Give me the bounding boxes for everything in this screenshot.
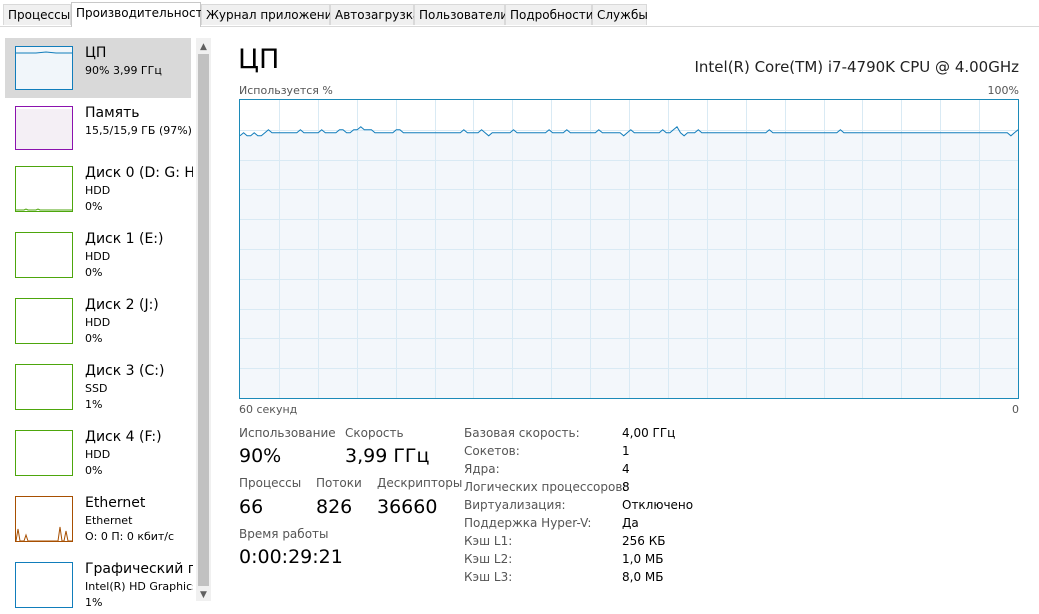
sidebar-item-label: Ethernet (85, 495, 146, 511)
sidebar-item-usage: 0% (85, 332, 103, 345)
scrollbar-thumb[interactable] (198, 54, 209, 586)
detail-label: Кэш L2: (464, 552, 513, 566)
detail-value: 1,0 МБ (622, 552, 664, 566)
scroll-down-arrow-icon[interactable]: ▼ (196, 588, 211, 602)
ethernet-thumbnail-graph (15, 496, 73, 542)
cpu-usage-graph (239, 99, 1019, 399)
detail-value: 1 (622, 444, 630, 458)
threads-label: Потоки (316, 476, 362, 490)
sidebar-item-cpu[interactable]: ЦП 90% 3,99 ГГц (5, 38, 191, 98)
sidebar-item-label: Диск 2 (J:) (85, 297, 159, 313)
sidebar-item-detail: HDD (85, 250, 111, 263)
gpu-thumbnail-graph (15, 562, 73, 608)
sidebar-item-usage: 0% (85, 464, 103, 477)
detail-value: Отключено (622, 498, 694, 512)
processes-label: Процессы (239, 476, 302, 490)
tab-services[interactable]: Службы (592, 4, 648, 25)
scroll-up-arrow-icon[interactable]: ▲ (196, 40, 211, 54)
tab-performance[interactable]: Производительность (71, 2, 210, 27)
sidebar-item-label: ЦП (85, 45, 107, 61)
sidebar-item-label: Диск 0 (D: G: H:) (85, 165, 193, 181)
detail-label: Виртуализация: (464, 498, 566, 512)
disk-thumbnail-graph (15, 232, 73, 278)
detail-value: 256 КБ (622, 534, 666, 548)
tab-bar: Процессы Производительность Журнал прило… (0, 0, 1039, 27)
cpu-thumbnail-graph (15, 46, 73, 90)
tab-startup[interactable]: Автозагрузка (330, 4, 420, 25)
sidebar-item-label: Память (85, 105, 140, 121)
disk-thumbnail-graph (15, 430, 73, 476)
detail-label: Базовая скорость: (464, 426, 580, 440)
tab-app-history[interactable]: Журнал приложений (201, 4, 340, 25)
sidebar-item-usage: 0% (85, 266, 103, 279)
detail-value: 4,00 ГГц (622, 426, 676, 440)
detail-value: 4 (622, 462, 630, 476)
sidebar-item-gpu[interactable]: Графический процессор 0 Intel(R) HD Grap… (5, 554, 193, 614)
handles-label: Дескрипторы (377, 476, 463, 490)
sidebar-item-label: Диск 1 (E:) (85, 231, 164, 247)
sidebar-item-detail: Ethernet (85, 514, 133, 527)
usage-label: Использование (239, 426, 336, 440)
usage-value: 90% (239, 445, 282, 467)
threads-value: 826 (316, 496, 353, 518)
cpu-usage-graph-canvas (240, 100, 1018, 398)
sidebar-item-usage: 0% (85, 200, 103, 213)
cpu-model-name: Intel(R) Core(TM) i7-4790K CPU @ 4.00GHz (694, 58, 1019, 76)
tab-processes[interactable]: Процессы (3, 4, 71, 25)
sidebar-item-disk-4[interactable]: Диск 4 (F:) HDD 0% (5, 422, 191, 482)
detail-value: Да (622, 516, 639, 530)
graph-time-span-label: 60 секунд (239, 403, 298, 416)
detail-label: Ядра: (464, 462, 500, 476)
detail-label: Кэш L3: (464, 570, 513, 584)
sidebar-item-detail: SSD (85, 382, 108, 395)
speed-value: 3,99 ГГц (345, 445, 430, 467)
graph-time-end-label: 0 (1012, 403, 1019, 416)
sidebar-item-disk-1[interactable]: Диск 1 (E:) HDD 0% (5, 224, 191, 284)
sidebar-item-memory[interactable]: Память 15,5/15,9 ГБ (97%) (5, 98, 192, 158)
disk-thumbnail-graph (15, 298, 73, 344)
detail-label: Логических процессоров: (464, 480, 627, 494)
sidebar-item-detail: HDD (85, 316, 111, 329)
sidebar-item-detail: Intel(R) HD Graphics 4600 (85, 580, 193, 593)
sidebar-item-label: Графический процессор 0 (85, 561, 193, 577)
sidebar-item-usage: 1% (85, 398, 103, 411)
memory-thumbnail-graph (15, 106, 73, 150)
tab-details[interactable]: Подробности (505, 4, 594, 25)
detail-value: 8 (622, 480, 630, 494)
sidebar-item-label: Диск 3 (C:) (85, 363, 165, 379)
uptime-label: Время работы (239, 527, 329, 541)
tab-users[interactable]: Пользователи (414, 4, 508, 25)
sidebar-item-detail: HDD (85, 184, 111, 197)
detail-label: Поддержка Hyper-V: (464, 516, 592, 530)
processes-value: 66 (239, 496, 264, 518)
graph-y-max-label: 100% (987, 84, 1019, 97)
sidebar-item-detail: 90% 3,99 ГГц (85, 64, 162, 77)
sidebar-item-ethernet[interactable]: Ethernet Ethernet О: 0 П: 0 кбит/с (5, 488, 191, 548)
sidebar-item-usage: 1% (85, 596, 103, 609)
detail-value: 8,0 МБ (622, 570, 664, 584)
uptime-value: 0:00:29:21 (239, 546, 343, 568)
page-title: ЦП (238, 44, 280, 75)
speed-label: Скорость (345, 426, 404, 440)
sidebar-item-disk-3[interactable]: Диск 3 (C:) SSD 1% (5, 356, 191, 416)
resource-sidebar: ЦП 90% 3,99 ГГц Память 15,5/15,9 ГБ (97%… (0, 27, 214, 609)
sidebar-item-disk-0[interactable]: Диск 0 (D: G: H:) HDD 0% (5, 158, 193, 218)
sidebar-item-disk-2[interactable]: Диск 2 (J:) HDD 0% (5, 290, 191, 350)
sidebar-item-usage: О: 0 П: 0 кбит/с (85, 530, 175, 543)
handles-value: 36660 (377, 496, 438, 518)
detail-label: Кэш L1: (464, 534, 513, 548)
sidebar-item-detail: 15,5/15,9 ГБ (97%) (85, 124, 192, 137)
sidebar-scrollbar[interactable]: ▲ ▼ (196, 38, 211, 601)
disk-thumbnail-graph (15, 166, 73, 212)
sidebar-item-detail: HDD (85, 448, 111, 461)
sidebar-item-label: Диск 4 (F:) (85, 429, 162, 445)
disk-thumbnail-graph (15, 364, 73, 410)
detail-label: Сокетов: (464, 444, 520, 458)
graph-y-label: Используется % (239, 84, 333, 97)
